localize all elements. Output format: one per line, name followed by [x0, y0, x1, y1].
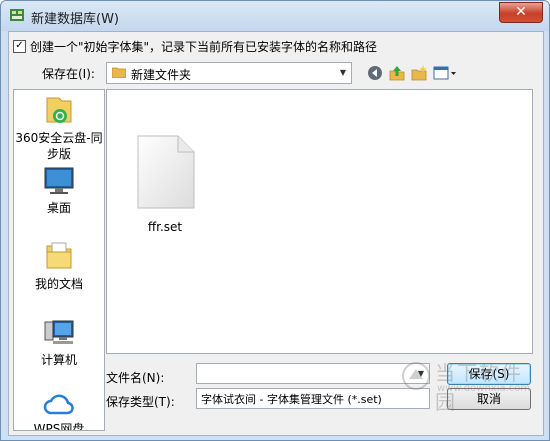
folder-icon	[112, 67, 126, 78]
cloud-drive-icon	[46, 97, 72, 123]
place-label: 我的文档	[34, 277, 83, 291]
back-icon[interactable]	[367, 65, 383, 81]
place-computer[interactable]: 计算机	[14, 318, 104, 368]
create-initial-set-option[interactable]: ✓ 创建一个"初始字体集"，记录下当前所有已安装字体的名称和路径	[13, 38, 377, 54]
window-title: 新建数据库(W)	[31, 12, 119, 27]
chevron-down-icon[interactable]: ▼	[335, 63, 351, 83]
place-label: WPS网盘	[33, 422, 85, 431]
place-label: 计算机	[40, 353, 77, 367]
create-initial-set-label: 创建一个"初始字体集"，记录下当前所有已安装字体的名称和路径	[30, 39, 378, 54]
place-desktop[interactable]: 桌面	[14, 166, 104, 216]
title-bar[interactable]: 新建数据库(W) ✕	[1, 1, 549, 31]
close-button[interactable]: ✕	[499, 2, 543, 23]
create-initial-set-checkbox[interactable]: ✓	[13, 39, 26, 53]
desktop-icon	[44, 167, 74, 194]
watermark-logo-icon	[402, 362, 430, 390]
filetype-value: 字体试衣间 - 字体集管理文件 (*.set)	[201, 393, 382, 406]
view-menu-icon[interactable]	[433, 65, 457, 81]
place-label: 360安全云盘-同步版	[15, 131, 103, 161]
filetype-select[interactable]: 字体试衣间 - 字体集管理文件 (*.set)	[196, 388, 430, 409]
filetype-label: 保存类型(T):	[106, 395, 175, 409]
save-dialog-window: 新建数据库(W) ✕ ✓ 创建一个"初始字体集"，记录下当前所有已安装字体的名称…	[0, 0, 550, 441]
watermark-url: www.downxia.com	[437, 383, 531, 394]
file-name: ffr.set	[147, 220, 183, 234]
watermark: 当下软件园 www.downxia.com	[401, 357, 541, 414]
place-cloud-drive[interactable]: 360安全云盘-同步版	[14, 94, 104, 162]
filename-label: 文件名(N):	[106, 371, 165, 385]
wps-cloud-icon	[43, 394, 74, 415]
place-wps-cloud[interactable]: WPS网盘	[14, 391, 104, 431]
computer-icon	[44, 320, 74, 344]
save-in-label: 保存在(I):	[42, 67, 95, 81]
place-label: 桌面	[46, 201, 71, 215]
places-bar: 360安全云盘-同步版 桌面 我的文档 计算机 WPS网盘	[13, 89, 105, 431]
place-documents[interactable]: 我的文档	[14, 240, 104, 292]
up-folder-icon[interactable]	[389, 65, 405, 81]
new-folder-icon[interactable]	[411, 65, 427, 81]
documents-icon	[46, 242, 72, 269]
app-icon	[10, 9, 24, 21]
file-icon	[137, 135, 195, 209]
save-in-combobox[interactable]: 新建文件夹 ▼	[106, 62, 352, 84]
file-list[interactable]: ffr.set	[106, 89, 533, 354]
file-item[interactable]: ffr.set	[125, 134, 205, 234]
current-folder-name: 新建文件夹	[131, 68, 192, 82]
filename-input[interactable]: ▼	[196, 363, 430, 384]
